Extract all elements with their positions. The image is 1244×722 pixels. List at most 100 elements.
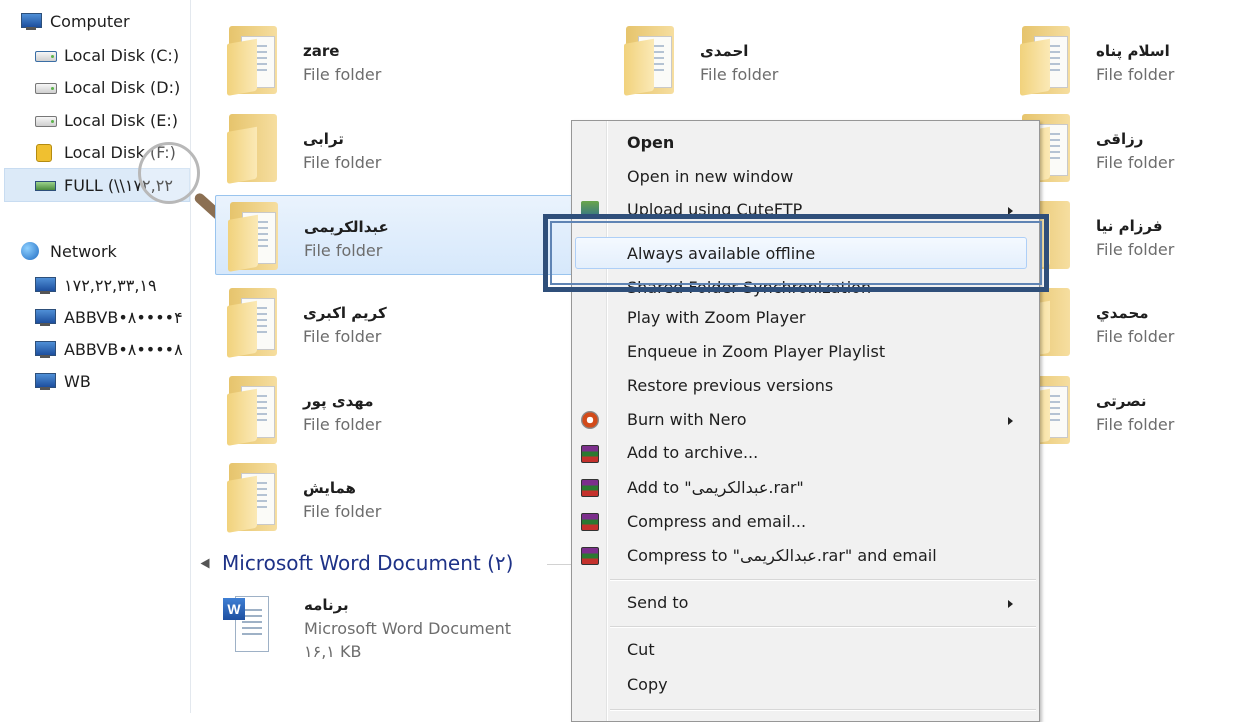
disk-icon xyxy=(34,110,57,130)
folder-name: احمدی xyxy=(700,42,749,60)
nav-item-host[interactable]: ABBVB•۸••••۸ xyxy=(34,334,183,364)
folder-tile[interactable]: رزاقی File folder xyxy=(1008,108,1244,188)
disk-icon xyxy=(34,77,57,97)
folder-name: zare xyxy=(303,42,340,60)
folder-tile[interactable]: مهدی پور File folder xyxy=(215,370,595,450)
folder-tile[interactable]: محمدي File folder xyxy=(1008,282,1244,362)
submenu-arrow-icon xyxy=(1008,417,1013,425)
folder-icon xyxy=(227,26,279,96)
nav-item-network[interactable]: Network xyxy=(20,236,117,266)
nav-item-label: ABBVB•۸••••۸ xyxy=(64,339,183,359)
menu-item-send-to[interactable]: Send to xyxy=(627,593,688,612)
folder-type: File folder xyxy=(303,65,382,84)
nero-icon xyxy=(581,411,599,429)
folder-tile[interactable]: اسلام پناه File folder xyxy=(1008,20,1244,100)
nav-item-host[interactable]: ABBVB•۸••••۴ xyxy=(34,302,183,332)
nav-item-label: Local Disk (C:) xyxy=(64,45,180,65)
nav-item-host[interactable]: WB xyxy=(34,366,91,396)
folder-icon xyxy=(227,114,279,184)
menu-item-copy[interactable]: Copy xyxy=(627,675,668,694)
menu-item-enqueue-zoom[interactable]: Enqueue in Zoom Player Playlist xyxy=(627,342,885,361)
menu-item-compress-email[interactable]: Compress and email... xyxy=(627,512,806,531)
folder-tile[interactable]: ترابی File folder xyxy=(215,108,595,188)
folder-name: ترابی xyxy=(303,130,344,148)
group-header-word-documents[interactable]: Microsoft Word Document (۲) xyxy=(200,551,513,575)
nav-item-label: Network xyxy=(50,241,117,261)
computer-icon xyxy=(34,339,56,359)
folder-icon xyxy=(1020,26,1072,96)
folder-type: File folder xyxy=(304,241,383,260)
group-header-label: Microsoft Word Document (۲) xyxy=(222,551,514,575)
document-type: Microsoft Word Document xyxy=(304,619,511,638)
nav-item-drive-e[interactable]: Local Disk (E:) xyxy=(34,105,178,135)
menu-item-play-zoom[interactable]: Play with Zoom Player xyxy=(627,308,805,327)
folder-name: همایش xyxy=(303,479,356,497)
highlight-annotation-frame xyxy=(543,214,1049,292)
menu-item-add-to-rar[interactable]: Add to "عبدالکریمی.rar" xyxy=(627,478,804,497)
folder-type: File folder xyxy=(303,415,382,434)
folder-type: File folder xyxy=(1096,240,1175,259)
folder-type: File folder xyxy=(700,65,779,84)
folder-type: File folder xyxy=(1096,65,1175,84)
folder-tile[interactable]: نصرتی File folder xyxy=(1008,370,1244,450)
nav-item-label: ABBVB•۸••••۴ xyxy=(64,307,183,327)
folder-tile[interactable]: همایش File folder xyxy=(215,457,595,537)
windows-disk-icon xyxy=(34,45,57,65)
menu-separator xyxy=(610,709,1036,711)
folder-type: File folder xyxy=(303,327,382,346)
folder-name: فرزام نیا xyxy=(1096,217,1163,235)
computer-icon xyxy=(34,307,56,327)
folder-name: رزاقی xyxy=(1096,130,1144,148)
document-size: ۱۶,۱ KB xyxy=(304,642,362,661)
nav-item-label: ۱۷۲,۲۲,۳۳,۱۹ xyxy=(64,275,157,295)
winrar-icon xyxy=(581,445,599,463)
folder-icon xyxy=(227,463,279,533)
folder-icon xyxy=(624,26,676,96)
computer-icon xyxy=(34,275,56,295)
winrar-icon xyxy=(581,479,599,497)
submenu-arrow-icon xyxy=(1008,600,1013,608)
nav-item-drive-d[interactable]: Local Disk (D:) xyxy=(34,72,180,102)
nav-item-drive-c[interactable]: Local Disk (C:) xyxy=(34,40,179,70)
magnifier-annotation-icon xyxy=(138,142,200,204)
folder-type: File folder xyxy=(1096,415,1175,434)
nav-item-computer[interactable]: Computer xyxy=(20,6,130,36)
computer-icon xyxy=(20,11,42,31)
folder-type: File folder xyxy=(1096,153,1175,172)
menu-item-cut[interactable]: Cut xyxy=(627,640,655,659)
computer-icon xyxy=(34,371,56,391)
menu-item-add-archive[interactable]: Add to archive... xyxy=(627,443,758,462)
nav-item-host[interactable]: ۱۷۲,۲۲,۳۳,۱۹ xyxy=(34,270,157,300)
folder-tile[interactable]: احمدی File folder xyxy=(612,20,992,100)
folder-name: کریم اکبری xyxy=(303,304,387,322)
folder-type: File folder xyxy=(1096,327,1175,346)
menu-item-open-new-window[interactable]: Open in new window xyxy=(627,167,793,186)
folder-icon xyxy=(227,376,279,446)
collapse-triangle-icon[interactable] xyxy=(200,558,210,568)
menu-item-open[interactable]: Open xyxy=(627,133,674,152)
winrar-icon xyxy=(581,547,599,565)
folder-name: محمدي xyxy=(1096,304,1149,322)
nav-item-label: Local Disk (E:) xyxy=(64,110,178,130)
group-divider xyxy=(547,564,571,565)
menu-item-compress-rar-email[interactable]: Compress to "عبدالکریمی.rar" and email xyxy=(627,546,937,565)
menu-item-restore-versions[interactable]: Restore previous versions xyxy=(627,376,833,395)
folder-name: مهدی پور xyxy=(303,392,374,410)
navigation-pane: Computer Local Disk (C:) Local Disk (D:)… xyxy=(0,0,191,713)
folder-type: File folder xyxy=(303,502,382,521)
folder-tile-selected[interactable]: عبدالکریمی File folder xyxy=(215,195,595,275)
document-name: برنامه xyxy=(304,596,349,614)
menu-separator xyxy=(610,579,1036,581)
word-document-icon: W xyxy=(223,592,271,654)
network-globe-icon xyxy=(20,241,42,261)
menu-item-burn-nero[interactable]: Burn with Nero xyxy=(627,410,747,429)
folder-tile[interactable]: zare File folder xyxy=(215,20,595,100)
winrar-icon xyxy=(581,513,599,531)
folder-type: File folder xyxy=(303,153,382,172)
folder-icon xyxy=(228,202,280,272)
nav-item-label: Local Disk (D:) xyxy=(64,77,181,97)
folder-icon xyxy=(227,288,279,358)
folder-tile[interactable]: کریم اکبری File folder xyxy=(215,282,595,362)
nav-item-label: WB xyxy=(64,371,91,391)
menu-separator xyxy=(610,626,1036,628)
